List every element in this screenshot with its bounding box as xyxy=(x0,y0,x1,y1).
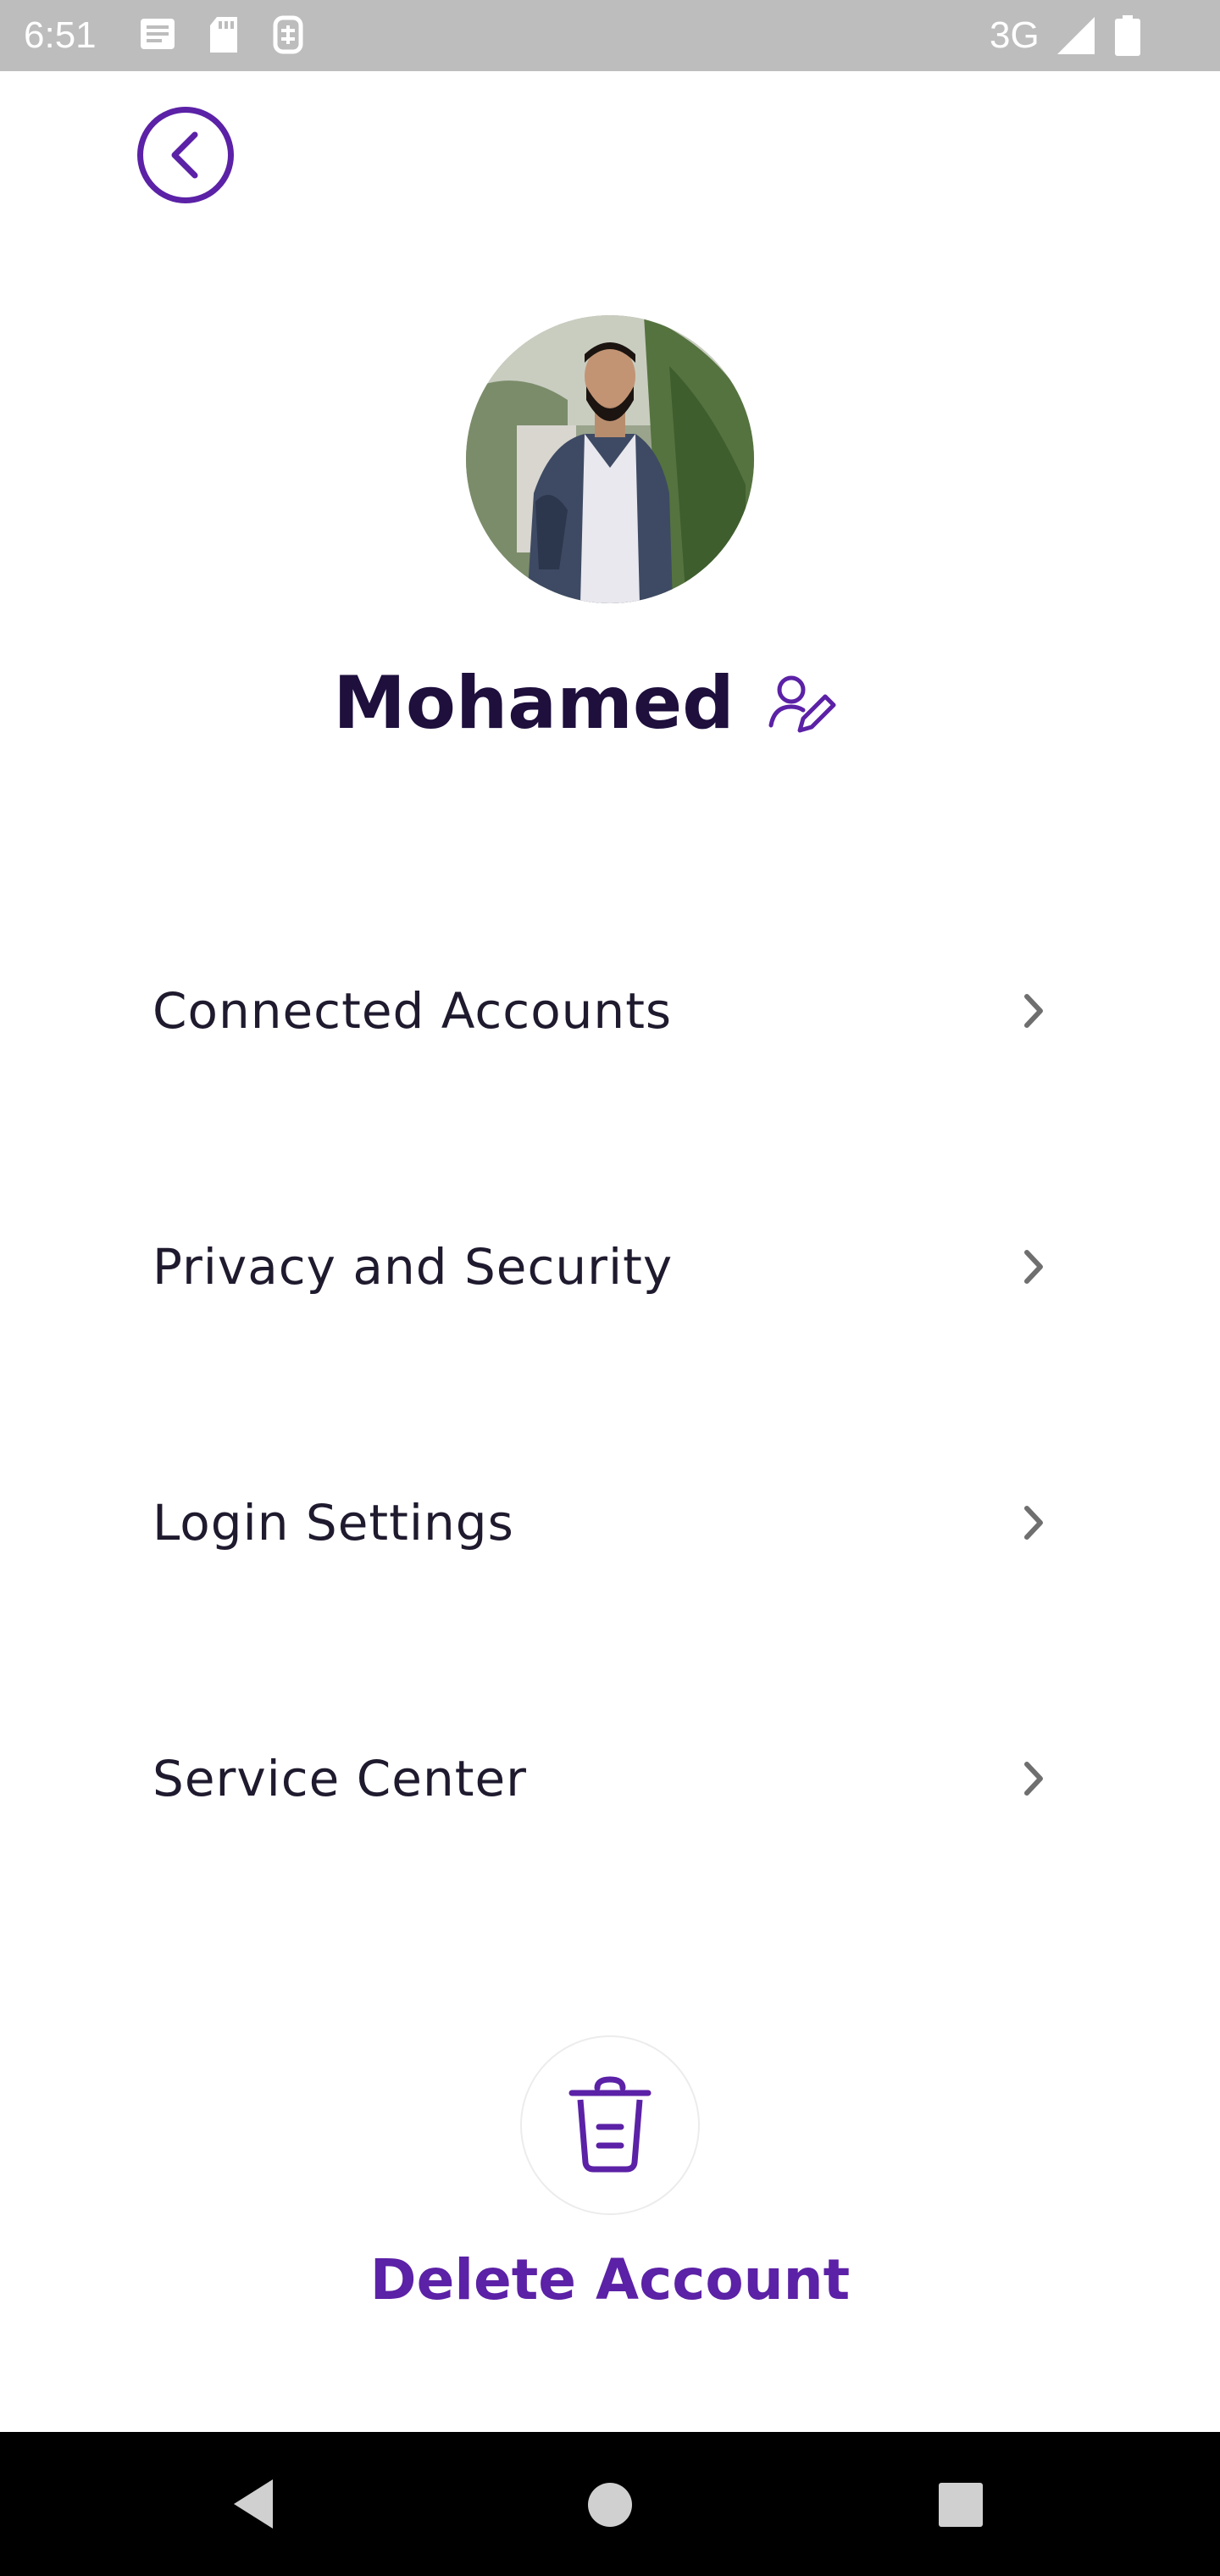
menu-item-service-center[interactable]: Service Center xyxy=(152,1724,1068,1834)
chevron-right-icon xyxy=(1024,1250,1043,1284)
chevron-right-icon xyxy=(1024,994,1043,1028)
chevron-right-icon xyxy=(1024,1506,1043,1540)
menu-item-login-settings[interactable]: Login Settings xyxy=(152,1468,1068,1578)
trash-icon xyxy=(568,2076,652,2173)
status-time: 6:51 xyxy=(24,14,97,56)
menu-item-connected-accounts[interactable]: Connected Accounts xyxy=(152,956,1068,1066)
back-button[interactable] xyxy=(137,107,234,203)
status-bar: 6:51 3G xyxy=(0,0,1220,71)
signal-icon xyxy=(1057,17,1095,54)
avatar[interactable] xyxy=(466,315,754,603)
nav-back-icon[interactable] xyxy=(229,2474,280,2534)
sd-card-icon xyxy=(210,17,237,53)
menu-item-privacy-security[interactable]: Privacy and Security xyxy=(152,1212,1068,1322)
account-settings-screen: 6:51 3G Mohamed Connected Accounts Priva… xyxy=(0,0,1220,2576)
nav-recents-icon[interactable] xyxy=(937,2481,984,2529)
notification-icon xyxy=(141,19,175,49)
menu-item-label: Connected Accounts xyxy=(152,982,673,1040)
chevron-right-icon xyxy=(1024,1762,1043,1796)
nav-home-icon[interactable] xyxy=(586,2481,634,2529)
edit-profile-button[interactable] xyxy=(762,666,839,742)
network-type: 3G xyxy=(990,14,1040,56)
system-nav-bar xyxy=(0,2432,1220,2576)
battery-icon xyxy=(1115,15,1140,56)
sim-icon xyxy=(273,15,303,54)
user-edit-icon xyxy=(768,675,836,733)
delete-account-button[interactable]: Delete Account xyxy=(271,2234,949,2327)
chevron-left-icon xyxy=(171,131,198,179)
profile-name: Mohamed xyxy=(333,661,735,746)
menu-item-label: Login Settings xyxy=(152,1494,514,1552)
menu-item-label: Service Center xyxy=(152,1750,528,1807)
menu-item-label: Privacy and Security xyxy=(152,1238,674,1296)
profile-photo xyxy=(466,315,754,603)
delete-account-icon-button[interactable] xyxy=(520,2035,700,2215)
